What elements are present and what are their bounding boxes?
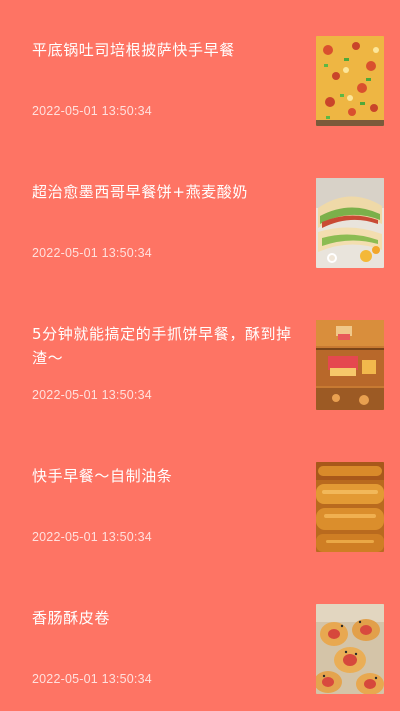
article-timestamp: 2022-05-01 13:50:34 — [32, 246, 152, 260]
article-title[interactable]: 超治愈墨西哥早餐饼+燕麦酸奶 — [32, 180, 304, 204]
mexican-wrap-photo — [316, 178, 384, 268]
list-item[interactable]: 快手早餐～自制油条 2022-05-01 13:50:34 — [0, 426, 400, 568]
article-title[interactable]: 快手早餐～自制油条 — [32, 464, 304, 488]
sausage-roll-photo — [316, 604, 384, 694]
article-timestamp: 2022-05-01 13:50:34 — [32, 530, 152, 544]
pizza-toast-photo — [316, 36, 384, 126]
article-title[interactable]: 香肠酥皮卷 — [32, 606, 304, 630]
flatbread-photo — [316, 320, 384, 410]
article-timestamp: 2022-05-01 13:50:34 — [32, 388, 152, 402]
list-item[interactable]: 超治愈墨西哥早餐饼+燕麦酸奶 2022-05-01 13:50:34 — [0, 142, 400, 284]
list-item[interactable]: 5分钟就能搞定的手抓饼早餐，酥到掉渣～ 2022-05-01 13:50:34 — [0, 284, 400, 426]
list-item[interactable]: 香肠酥皮卷 2022-05-01 13:50:34 — [0, 568, 400, 710]
article-thumbnail[interactable] — [316, 320, 384, 410]
article-thumbnail[interactable] — [316, 462, 384, 552]
article-timestamp: 2022-05-01 13:50:34 — [32, 672, 152, 686]
article-timestamp: 2022-05-01 13:50:34 — [32, 104, 152, 118]
article-thumbnail[interactable] — [316, 36, 384, 126]
article-feed: 平底锅吐司培根披萨快手早餐 2022-05-01 13:50:34 超治愈墨西哥… — [0, 0, 400, 711]
article-thumbnail[interactable] — [316, 604, 384, 694]
article-title[interactable]: 平底锅吐司培根披萨快手早餐 — [32, 38, 304, 62]
fried-dough-photo — [316, 462, 384, 552]
list-item[interactable]: 平底锅吐司培根披萨快手早餐 2022-05-01 13:50:34 — [0, 0, 400, 142]
article-thumbnail[interactable] — [316, 178, 384, 268]
article-title[interactable]: 5分钟就能搞定的手抓饼早餐，酥到掉渣～ — [32, 322, 304, 370]
